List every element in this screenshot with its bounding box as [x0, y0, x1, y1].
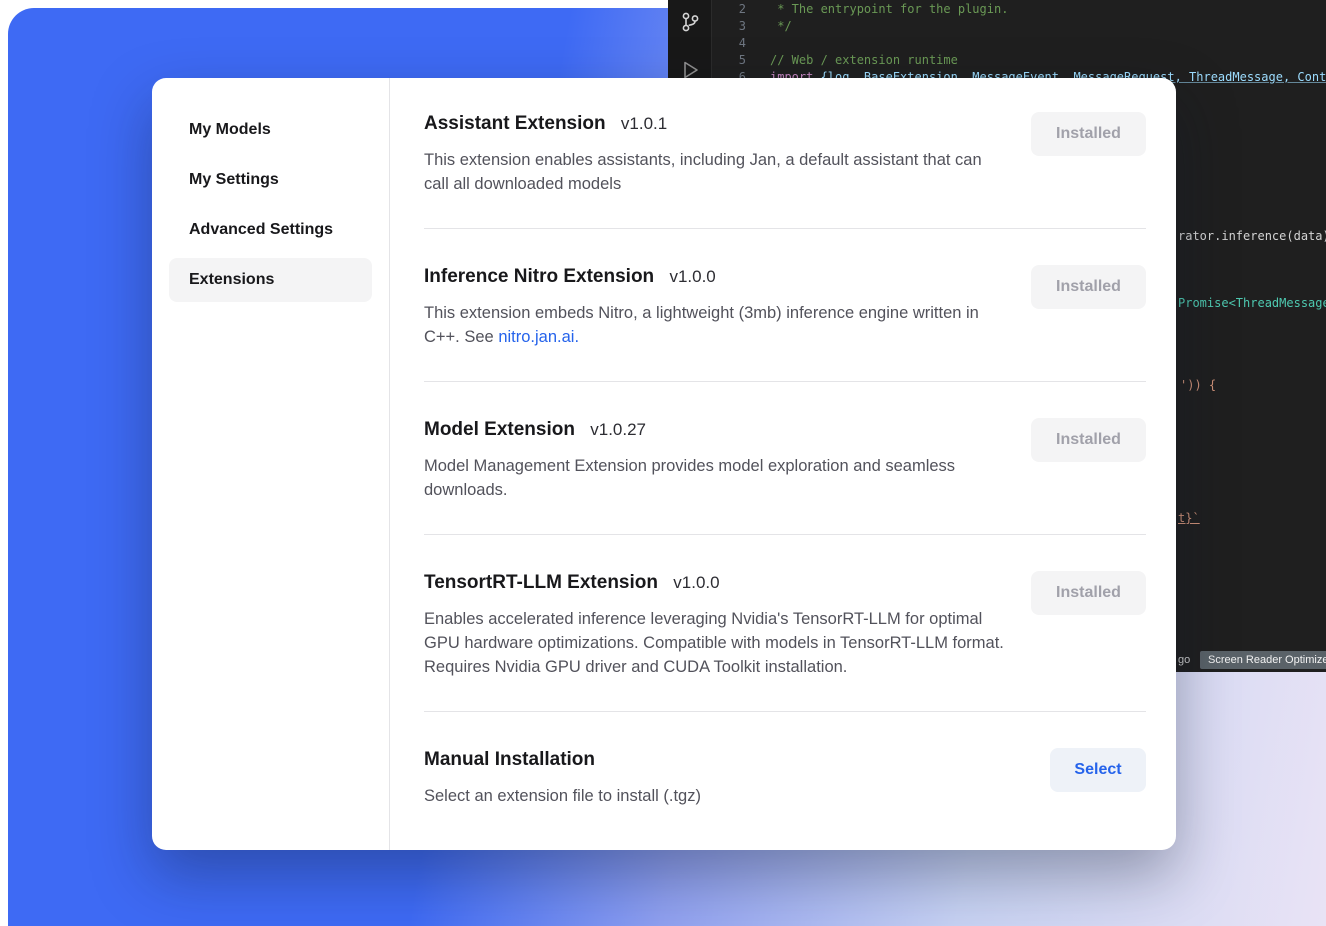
code-text	[746, 35, 770, 52]
extension-description: This extension embeds Nitro, a lightweig…	[424, 301, 1006, 349]
settings-modal: My Models My Settings Advanced Settings …	[152, 78, 1176, 850]
code-text: */	[746, 18, 792, 35]
extension-title: TensortRT-LLM Extension	[424, 572, 658, 593]
extension-title: Inference Nitro Extension	[424, 266, 654, 287]
extension-description: This extension enables assistants, inclu…	[424, 148, 1006, 196]
extension-version: v1.0.1	[621, 114, 667, 133]
extension-title-line: TensortRT-LLM Extension v1.0.0	[424, 571, 1006, 595]
sidebar-item-my-settings[interactable]: My Settings	[169, 158, 372, 202]
code-fragment: Promise<ThreadMessage>	[1178, 297, 1326, 310]
code-fragment: t}`	[1178, 512, 1200, 525]
code-text: // Web / extension runtime	[746, 52, 958, 69]
installed-button[interactable]: Installed	[1031, 112, 1146, 156]
extension-description: Model Management Extension provides mode…	[424, 454, 1006, 502]
screen-reader-status-badge[interactable]: Screen Reader Optimized	[1200, 651, 1326, 669]
desktop: 2 * The entrypoint for the plugin. 3 */ …	[0, 0, 1326, 926]
extension-row: Model Extension v1.0.27 Model Management…	[424, 418, 1146, 502]
extension-row: Assistant Extension v1.0.1 This extensio…	[424, 112, 1146, 196]
sidebar-item-advanced-settings[interactable]: Advanced Settings	[169, 208, 372, 252]
row-divider	[424, 228, 1146, 229]
nitro-link[interactable]: nitro.jan.ai.	[498, 328, 579, 346]
settings-sidebar: My Models My Settings Advanced Settings …	[152, 78, 390, 850]
sidebar-item-label: My Settings	[189, 171, 279, 189]
extension-description: Select an extension file to install (.tg…	[424, 784, 701, 808]
sidebar-item-label: Advanced Settings	[189, 221, 333, 239]
extension-row: Inference Nitro Extension v1.0.0 This ex…	[424, 265, 1146, 349]
source-control-icon[interactable]	[678, 10, 702, 34]
extension-title-line: Model Extension v1.0.27	[424, 418, 1006, 442]
code-fragment: rator.inference(data));	[1178, 230, 1326, 243]
sidebar-item-my-models[interactable]: My Models	[169, 108, 372, 152]
extension-info: Inference Nitro Extension v1.0.0 This ex…	[424, 265, 1006, 349]
extension-row: TensortRT-LLM Extension v1.0.0 Enables a…	[424, 571, 1146, 679]
code-line: 2 * The entrypoint for the plugin.	[712, 1, 1326, 18]
extension-info: Model Extension v1.0.27 Model Management…	[424, 418, 1006, 502]
line-number: 4	[712, 35, 746, 52]
code-fragment: ')) {	[1180, 379, 1216, 392]
line-number: 2	[712, 1, 746, 18]
status-item-go[interactable]: go	[1178, 654, 1190, 666]
extension-info: TensortRT-LLM Extension v1.0.0 Enables a…	[424, 571, 1006, 679]
extension-title-line: Manual Installation	[424, 748, 701, 772]
extension-info: Assistant Extension v1.0.1 This extensio…	[424, 112, 1006, 196]
manual-installation-row: Manual Installation Select an extension …	[424, 748, 1146, 808]
extension-title-line: Inference Nitro Extension v1.0.0	[424, 265, 1006, 289]
extension-title: Model Extension	[424, 419, 575, 440]
extension-title: Manual Installation	[424, 749, 595, 770]
row-divider	[424, 711, 1146, 712]
code-line: 4	[712, 35, 1326, 52]
extension-title-line: Assistant Extension v1.0.1	[424, 112, 1006, 136]
extension-info: Manual Installation Select an extension …	[424, 748, 701, 808]
extension-version: v1.0.27	[590, 420, 646, 439]
row-divider	[424, 534, 1146, 535]
sidebar-item-extensions[interactable]: Extensions	[169, 258, 372, 302]
extensions-panel: Assistant Extension v1.0.1 This extensio…	[390, 78, 1176, 850]
extension-version: v1.0.0	[669, 267, 715, 286]
extension-title: Assistant Extension	[424, 113, 606, 134]
line-number: 3	[712, 18, 746, 35]
installed-button[interactable]: Installed	[1031, 571, 1146, 615]
extension-description: Enables accelerated inference leveraging…	[424, 607, 1006, 679]
line-number: 5	[712, 52, 746, 69]
sidebar-item-label: Extensions	[189, 271, 274, 289]
select-button[interactable]: Select	[1050, 748, 1146, 792]
code-text: * The entrypoint for the plugin.	[746, 1, 1008, 18]
extension-version: v1.0.0	[673, 573, 719, 592]
installed-button[interactable]: Installed	[1031, 418, 1146, 462]
row-divider	[424, 381, 1146, 382]
sidebar-item-label: My Models	[189, 121, 271, 139]
code-line: 5 // Web / extension runtime	[712, 52, 1326, 69]
installed-button[interactable]: Installed	[1031, 265, 1146, 309]
code-line: 3 */	[712, 18, 1326, 35]
